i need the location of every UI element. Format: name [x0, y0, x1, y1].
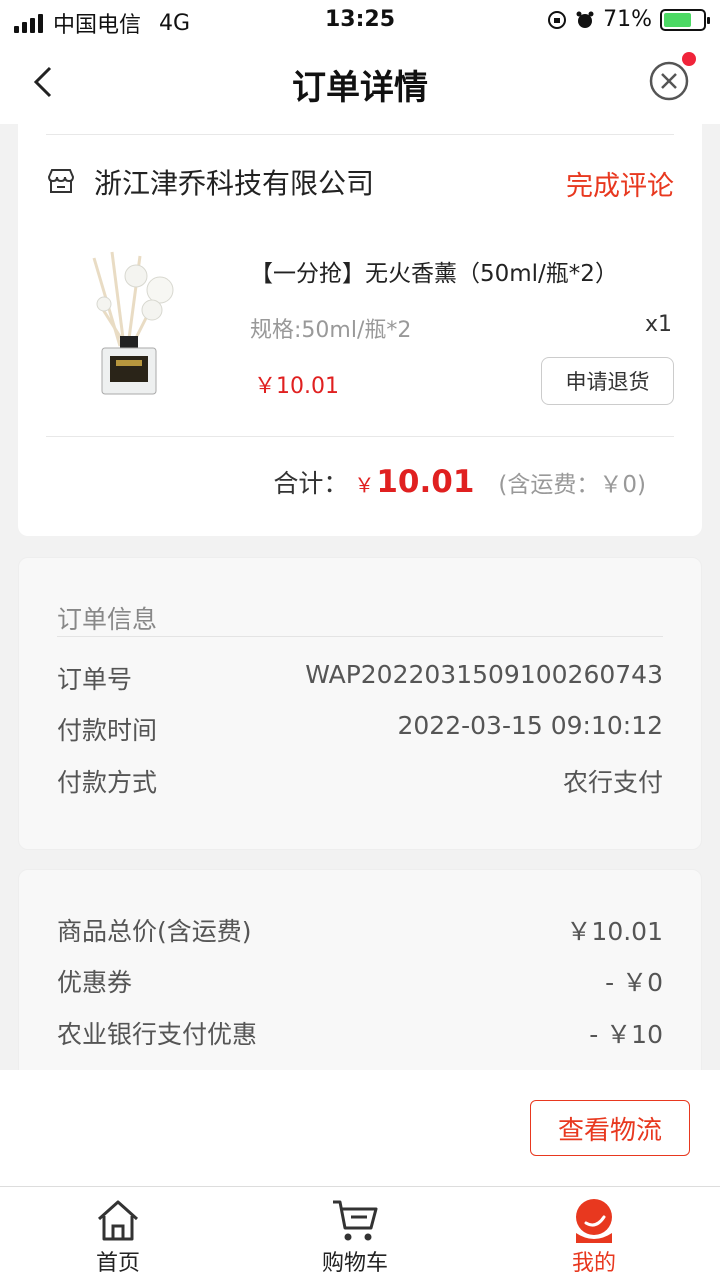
- goods-total-row: 商品总价(含运费) ￥10.01: [57, 912, 663, 948]
- order-info-card: 订单信息 订单号 WAP2022031509100260743 付款时间 202…: [18, 557, 702, 850]
- alarm-icon: [576, 11, 594, 28]
- payment-method: 农行支付: [562, 768, 663, 797]
- cart-icon: [333, 1200, 378, 1241]
- total-amount: 10.01: [376, 464, 475, 500]
- order-number-row: 订单号 WAP2022031509100260743: [57, 660, 663, 696]
- home-icon: [97, 1200, 139, 1241]
- product-price: ￥10.01: [254, 374, 339, 399]
- divider: [46, 436, 674, 437]
- order-total: 合计： ￥ 10.01 (含运费：￥0): [273, 464, 646, 500]
- row-label: 商品总价(含运费): [57, 917, 252, 946]
- order-product-card: 浙江津乔科技有限公司 完成评论 【一分抢】无火香薰（50ml/瓶*2） 规格:5…: [18, 124, 702, 536]
- row-label: 农业银行支付优惠: [57, 1020, 258, 1049]
- store-name[interactable]: 浙江津乔科技有限公司: [94, 162, 374, 202]
- bank-discount-row: 农业银行支付优惠 - ￥10: [57, 1015, 663, 1051]
- tab-cart[interactable]: 购物车: [295, 1197, 415, 1277]
- row-label: 订单号: [57, 665, 133, 694]
- orientation-lock-icon: [548, 10, 567, 29]
- battery-percent: 71%: [603, 7, 652, 32]
- store-icon: [47, 169, 75, 193]
- view-logistics-button[interactable]: 查看物流: [530, 1100, 690, 1156]
- section-title: 订单信息: [57, 605, 158, 634]
- status-bar: 中国电信 4G 13:25 71%: [0, 0, 720, 40]
- nav-bar: 订单详情: [0, 40, 720, 124]
- row-label: 优惠券: [57, 968, 133, 997]
- payment-time: 2022-03-15 09:10:12: [397, 711, 663, 740]
- total-shipping: (含运费：￥0): [498, 472, 646, 498]
- tab-label: 我的: [571, 1251, 616, 1276]
- total-currency: ￥: [354, 473, 375, 497]
- apply-return-button[interactable]: 申请退货: [541, 357, 674, 405]
- total-label: 合计：: [273, 469, 349, 498]
- tab-mine[interactable]: 我的: [534, 1197, 654, 1277]
- goods-total: ￥10.01: [566, 917, 663, 946]
- tab-bar: 首页 购物车 我的: [0, 1186, 720, 1280]
- product-image[interactable]: [80, 248, 190, 398]
- order-number[interactable]: WAP2022031509100260743: [305, 660, 663, 696]
- tab-home[interactable]: 首页: [58, 1197, 178, 1277]
- action-bar: 查看物流: [0, 1070, 720, 1186]
- profile-icon: [576, 1199, 612, 1243]
- product-title[interactable]: 【一分抢】无火香薰（50ml/瓶*2）: [250, 254, 618, 288]
- price-info-card: 商品总价(含运费) ￥10.01 优惠券 - ￥0 农业银行支付优惠 - ￥10: [18, 869, 702, 1099]
- divider: [46, 134, 674, 135]
- close-circle-icon[interactable]: [648, 60, 690, 102]
- coupon-discount: - ￥0: [605, 968, 663, 997]
- product-quantity: x1: [644, 312, 672, 337]
- payment-time-row: 付款时间 2022-03-15 09:10:12: [57, 711, 663, 747]
- row-label: 付款时间: [57, 716, 158, 745]
- page-title: 订单详情: [292, 68, 428, 108]
- bank-discount: - ￥10: [589, 1020, 663, 1049]
- payment-method-row: 付款方式 农行支付: [57, 763, 663, 799]
- product-spec: 规格:50ml/瓶*2: [250, 318, 412, 343]
- coupon-row: 优惠券 - ￥0: [57, 963, 663, 999]
- tab-label: 购物车: [321, 1251, 388, 1276]
- tab-label: 首页: [95, 1251, 140, 1276]
- row-label: 付款方式: [57, 768, 158, 797]
- battery-icon: [660, 8, 710, 31]
- notification-dot: [682, 52, 696, 66]
- divider: [57, 636, 663, 637]
- complete-review-link[interactable]: 完成评论: [566, 164, 674, 203]
